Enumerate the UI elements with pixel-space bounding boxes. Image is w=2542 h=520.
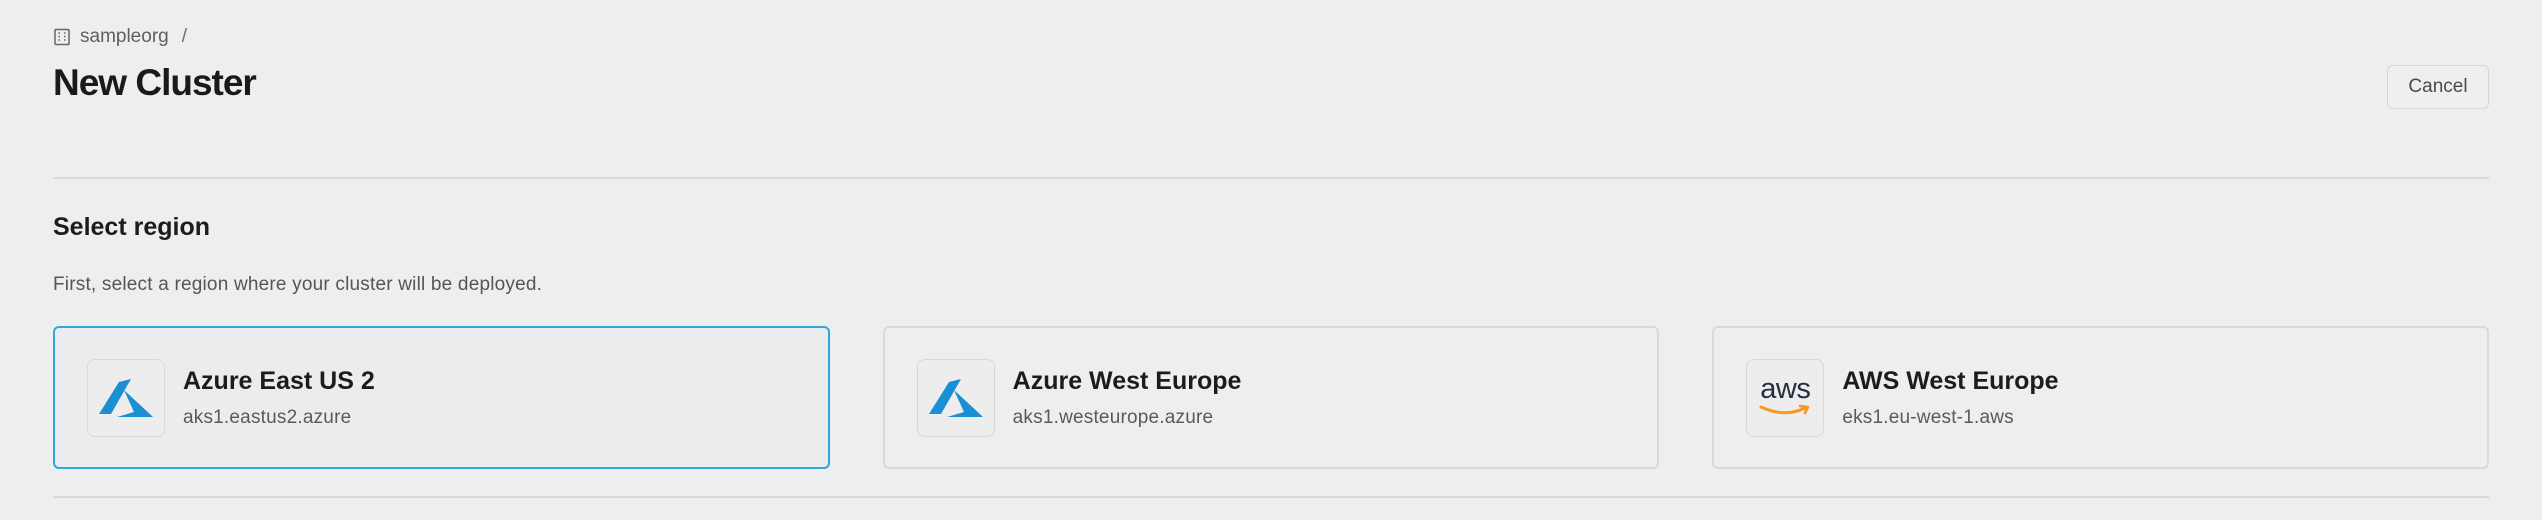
cancel-button[interactable]: Cancel bbox=[2387, 65, 2489, 109]
section-title: Select region bbox=[53, 213, 210, 241]
region-card-aws-west-europe[interactable]: aws AWS West Europe eks1.eu-west-1.aws bbox=[1712, 326, 2489, 469]
azure-logo-icon bbox=[916, 358, 995, 437]
breadcrumb-separator: / bbox=[181, 26, 187, 47]
page-title: New Cluster bbox=[53, 62, 257, 103]
region-list: Azure East US 2 aks1.eastus2.azure Azure… bbox=[53, 326, 2489, 469]
new-cluster-page: sampleorg / New Cluster Cancel Select re… bbox=[0, 0, 2542, 520]
section-description: First, select a region where your cluste… bbox=[53, 274, 543, 295]
header-divider bbox=[53, 177, 2489, 179]
organization-icon bbox=[53, 28, 71, 46]
region-host: eks1.eu-west-1.aws bbox=[1842, 406, 2014, 428]
aws-logo-icon: aws bbox=[1746, 358, 1825, 437]
region-name: Azure East US 2 bbox=[183, 366, 375, 395]
region-name: Azure West Europe bbox=[1012, 366, 1242, 395]
region-name: AWS West Europe bbox=[1842, 366, 2059, 395]
region-card-azure-west-europe[interactable]: Azure West Europe aks1.westeurope.azure bbox=[882, 326, 1660, 469]
region-host: aks1.westeurope.azure bbox=[1012, 406, 1214, 428]
region-card-azure-east-us-2[interactable]: Azure East US 2 aks1.eastus2.azure bbox=[53, 326, 830, 469]
aws-wordmark: aws bbox=[1760, 373, 1811, 405]
region-host: aks1.eastus2.azure bbox=[183, 406, 352, 428]
breadcrumb: sampleorg / bbox=[53, 26, 187, 48]
azure-logo-icon bbox=[87, 358, 165, 437]
section-divider bbox=[53, 496, 2489, 498]
breadcrumb-org-link[interactable]: sampleorg bbox=[80, 26, 169, 48]
